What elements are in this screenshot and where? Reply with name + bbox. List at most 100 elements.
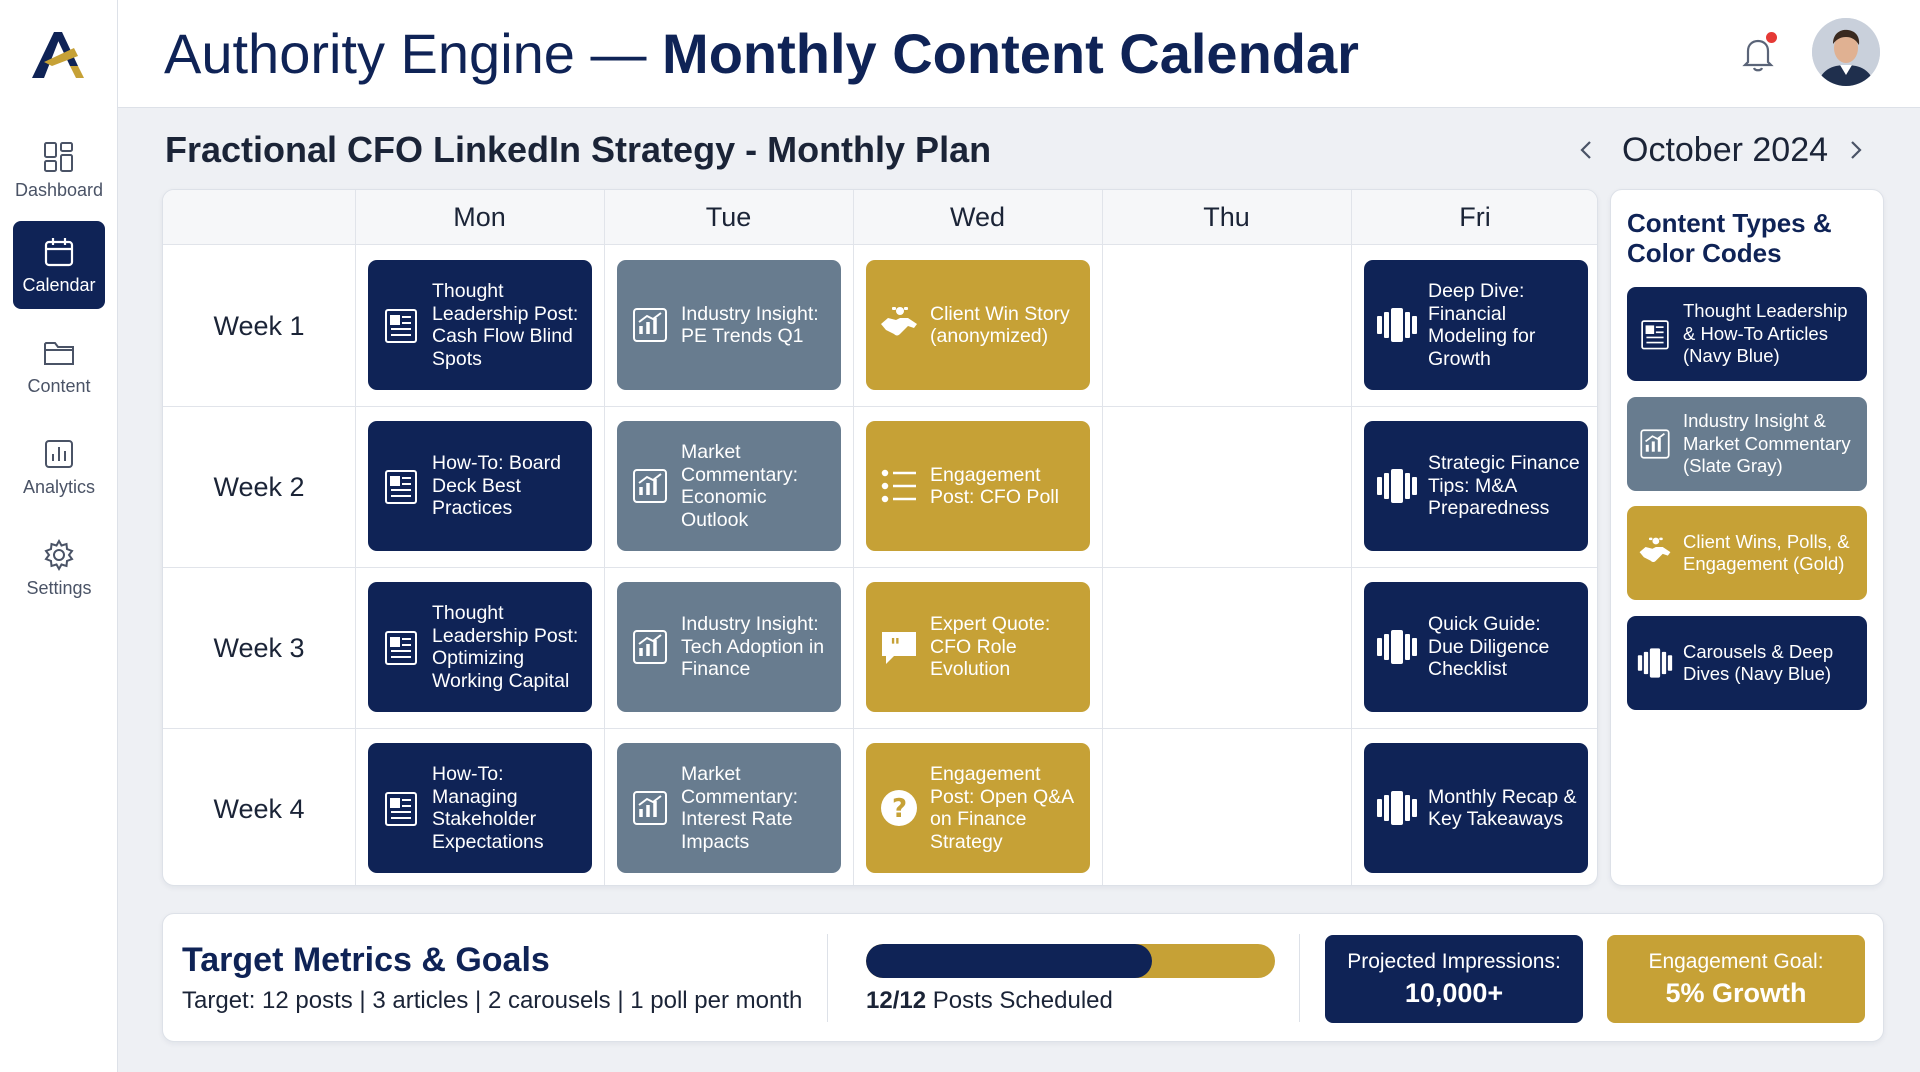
chart-icon bbox=[633, 308, 667, 342]
posts-scheduled-count: 12/12 bbox=[866, 987, 927, 1014]
day-header-fri: Fri bbox=[1459, 202, 1491, 232]
posts-progress-fill bbox=[866, 944, 1153, 978]
card-title: Quick Guide: Due Diligence Checklist bbox=[1428, 613, 1550, 681]
legend-item-label: Thought Leadership & How-To Articles (Na… bbox=[1683, 300, 1848, 367]
target-metrics-panel: Target Metrics & Goals Target: 12 posts … bbox=[162, 913, 1884, 1042]
legend-item-label: Industry Insight & Market Commentary (Sl… bbox=[1683, 410, 1851, 477]
content-card[interactable]: Monthly Recap & Key Takeaways bbox=[1364, 743, 1588, 873]
card-title: Thought Leadership Post: Cash Flow Blind… bbox=[432, 280, 579, 370]
card-title: Industry Insight: Tech Adoption in Finan… bbox=[681, 613, 825, 681]
card-title: Engagement Post: CFO Poll bbox=[930, 463, 1059, 509]
card-title: Expert Quote: CFO Role Evolution bbox=[930, 613, 1051, 681]
sidebar-item-label: Calendar bbox=[22, 274, 96, 295]
chevron-left-icon bbox=[1580, 141, 1591, 159]
content-card[interactable]: Industry Insight: PE Trends Q1 bbox=[617, 260, 841, 390]
sidebar-item-calendar[interactable]: Calendar bbox=[13, 221, 105, 309]
dashboard-icon bbox=[44, 141, 73, 172]
content-card[interactable]: How-To: Board Deck Best Practices bbox=[368, 421, 592, 551]
svg-text:?: ? bbox=[892, 794, 907, 824]
sidebar-item-analytics[interactable]: Analytics bbox=[13, 423, 105, 511]
grid-divider bbox=[163, 567, 1597, 568]
content-card[interactable]: Quick Guide: Due Diligence Checklist bbox=[1364, 582, 1588, 712]
legend-item: Carousels & Deep Dives (Navy Blue) bbox=[1627, 616, 1867, 710]
day-header-mon: Mon bbox=[453, 202, 506, 232]
card-title: How-To: Board Deck Best Practices bbox=[432, 452, 561, 520]
notification-dot bbox=[1766, 32, 1777, 43]
grid-divider bbox=[604, 190, 605, 885]
week-label: Week 4 bbox=[213, 793, 305, 824]
grid-divider bbox=[1351, 190, 1352, 885]
engagement-goal-kpi: Engagement Goal: 5% Growth bbox=[1607, 935, 1865, 1023]
card-title: How-To: Managing Stakeholder Expectation… bbox=[432, 763, 544, 853]
chart-icon bbox=[633, 469, 667, 503]
avatar[interactable] bbox=[1812, 18, 1880, 86]
week-label: Week 2 bbox=[213, 471, 305, 502]
content-card[interactable]: " Expert Quote: CFO Role Evolution bbox=[866, 582, 1090, 712]
app-name: Authority Engine — bbox=[164, 22, 663, 85]
sidebar-item-content[interactable]: Content bbox=[13, 322, 105, 410]
day-header-wed: Wed bbox=[949, 202, 1006, 232]
article-icon bbox=[385, 792, 417, 826]
chart-icon bbox=[1640, 429, 1670, 459]
legend-item-label: Client Wins, Polls, & Engagement (Gold) bbox=[1683, 530, 1850, 575]
card-title: Monthly Recap & Key Takeaways bbox=[1428, 785, 1577, 831]
content-card[interactable]: How-To: Managing Stakeholder Expectation… bbox=[368, 743, 592, 873]
calendar-grid: Mon Tue Wed Thu Fri Week 1 Thought Leade… bbox=[162, 189, 1598, 886]
week-label: Week 1 bbox=[213, 310, 305, 341]
carousel-icon bbox=[1377, 630, 1417, 664]
posts-progress-bar bbox=[866, 944, 1275, 978]
content-card[interactable]: Thought Leadership Post: Cash Flow Blind… bbox=[368, 260, 592, 390]
projected-impressions-kpi: Projected Impressions: 10,000+ bbox=[1325, 935, 1583, 1023]
current-month: October 2024 bbox=[1622, 131, 1829, 169]
question-icon: ? bbox=[881, 790, 917, 826]
kpi-label: Projected Impressions: bbox=[1347, 950, 1561, 973]
chevron-right-icon bbox=[1851, 141, 1862, 159]
content-card[interactable]: Client Win Story (anonymized) bbox=[866, 260, 1090, 390]
grid-divider bbox=[1102, 190, 1103, 885]
metrics-divider bbox=[1299, 934, 1300, 1022]
sidebar-item-settings[interactable]: Settings bbox=[13, 524, 105, 612]
sidebar-item-dashboard[interactable]: Dashboard bbox=[13, 126, 105, 214]
content-card[interactable]: Market Commentary: Interest Rate Impacts bbox=[617, 743, 841, 873]
carousel-icon bbox=[1377, 791, 1417, 825]
legend-title: Content Types & Color Codes bbox=[1627, 208, 1832, 268]
kpi-label: Engagement Goal: bbox=[1648, 950, 1824, 973]
content-card[interactable]: ? Engagement Post: Open Q&A on Finance S… bbox=[866, 743, 1090, 873]
card-title: Thought Leadership Post: Optimizing Work… bbox=[432, 602, 579, 692]
content-card[interactable]: Deep Dive: Financial Modeling for Growth bbox=[1364, 260, 1588, 390]
content-card[interactable]: Market Commentary: Economic Outlook bbox=[617, 421, 841, 551]
svg-text:": " bbox=[890, 634, 900, 658]
legend-item: Client Wins, Polls, & Engagement (Gold) bbox=[1627, 506, 1867, 600]
prev-month-button[interactable] bbox=[1572, 134, 1600, 166]
sidebar-item-label: Analytics bbox=[22, 476, 96, 497]
kpi-value: 5% Growth bbox=[1665, 978, 1807, 1008]
calendar-header-row: Mon Tue Wed Thu Fri bbox=[163, 190, 1597, 245]
bar-chart-icon bbox=[45, 439, 73, 468]
content-card[interactable]: Industry Insight: Tech Adoption in Finan… bbox=[617, 582, 841, 712]
plan-title: Fractional CFO LinkedIn Strategy - Month… bbox=[165, 129, 992, 170]
calendar-icon bbox=[44, 237, 74, 266]
sidebar: Dashboard Calendar Content Analytics Set… bbox=[0, 0, 118, 1072]
legend-item: Thought Leadership & How-To Articles (Na… bbox=[1627, 287, 1867, 381]
card-title: Strategic Finance Tips: M&A Preparedness bbox=[1428, 452, 1580, 520]
article-icon bbox=[385, 631, 417, 665]
next-month-button[interactable] bbox=[1842, 134, 1870, 166]
metrics-target-summary: Target: 12 posts | 3 articles | 2 carous… bbox=[182, 987, 803, 1014]
grid-divider bbox=[163, 406, 1597, 407]
quote-icon: " bbox=[882, 632, 916, 664]
carousel-icon bbox=[1377, 308, 1417, 342]
gear-icon bbox=[44, 538, 74, 571]
content-card[interactable]: Engagement Post: CFO Poll bbox=[866, 421, 1090, 551]
chart-icon bbox=[633, 791, 667, 825]
authority-engine-logo[interactable] bbox=[30, 28, 88, 82]
posts-scheduled-label: Posts Scheduled bbox=[926, 987, 1113, 1014]
content-card[interactable]: Strategic Finance Tips: M&A Preparedness bbox=[1364, 421, 1588, 551]
article-icon bbox=[1641, 320, 1669, 350]
handshake-icon bbox=[1639, 537, 1671, 562]
page-title: Authority Engine — Monthly Content Calen… bbox=[164, 22, 1359, 86]
sidebar-item-label: Settings bbox=[26, 577, 92, 598]
folder-icon bbox=[44, 341, 74, 365]
legend-item: Industry Insight & Market Commentary (Sl… bbox=[1627, 397, 1867, 491]
content-card[interactable]: Thought Leadership Post: Optimizing Work… bbox=[368, 582, 592, 712]
posts-scheduled-text: 12/12 Posts Scheduled bbox=[866, 986, 1113, 1016]
